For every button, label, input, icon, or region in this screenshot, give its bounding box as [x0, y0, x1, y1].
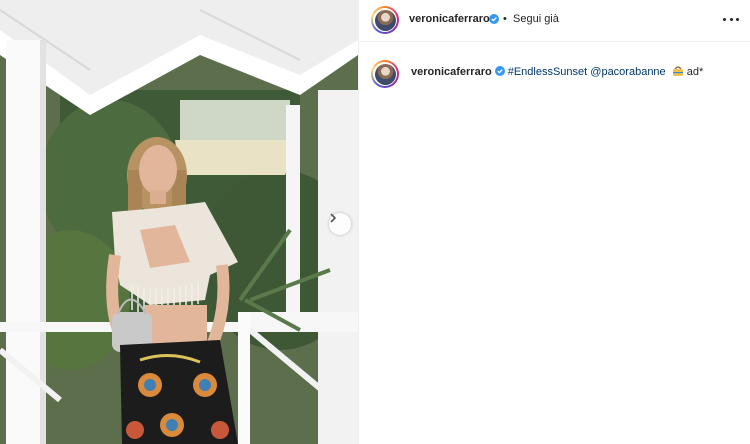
post-side-panel: veronicaferraro • Segui già veronicaferr…	[358, 0, 750, 444]
handbag-emoji-icon	[672, 66, 683, 76]
avatar[interactable]	[371, 6, 399, 34]
separator-dot: •	[503, 13, 507, 25]
hashtag-link[interactable]: #EndlessSunset	[508, 66, 588, 78]
caption-avatar[interactable]	[371, 60, 399, 88]
next-photo-button[interactable]	[329, 213, 351, 235]
chevron-right-icon	[330, 213, 337, 223]
mention-link[interactable]: @pacorabanne	[590, 66, 665, 78]
post-photo[interactable]	[0, 0, 358, 444]
more-options-icon[interactable]	[723, 14, 739, 24]
post-header: veronicaferraro • Segui già	[359, 0, 750, 42]
verified-badge-icon	[494, 66, 505, 76]
verified-badge-icon	[489, 14, 499, 24]
caption-text: veronicaferraro #EndlessSunset @pacoraban…	[411, 65, 703, 78]
caption-ad-label: ad*	[686, 66, 704, 78]
follow-button[interactable]: Segui già	[513, 13, 559, 25]
header-username[interactable]: veronicaferraro	[409, 13, 490, 25]
caption-username[interactable]: veronicaferraro	[411, 66, 492, 78]
post-photo-illustration	[0, 0, 358, 444]
